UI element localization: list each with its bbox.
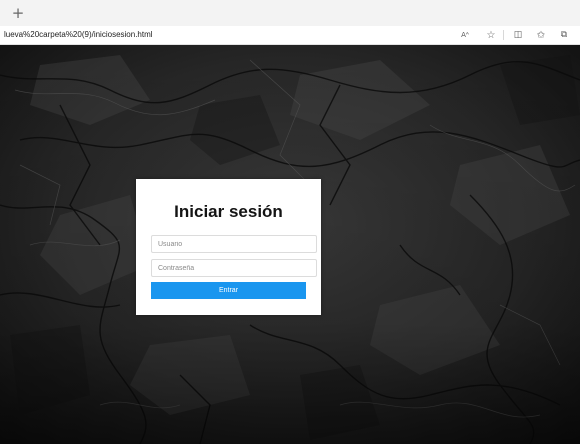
collections-icon[interactable]: ⧉: [557, 28, 571, 42]
password-input[interactable]: [151, 259, 317, 277]
login-card: Iniciar sesión Entrar: [136, 179, 321, 315]
split-screen-icon[interactable]: ◫: [511, 28, 525, 42]
tab-strip: +: [0, 0, 580, 26]
login-title: Iniciar sesión: [174, 202, 283, 221]
submit-button[interactable]: Entrar: [151, 282, 306, 299]
username-input[interactable]: [151, 235, 317, 253]
new-tab-icon[interactable]: +: [11, 5, 25, 21]
favorite-star-icon[interactable]: ☆: [484, 28, 498, 42]
toolbar-separator: [503, 30, 504, 40]
address-bar: lueva%20carpeta%20(9)/iniciosesion.html …: [0, 26, 580, 45]
address-url[interactable]: lueva%20carpeta%20(9)/iniciosesion.html: [4, 28, 153, 42]
favorites-icon[interactable]: ✩: [534, 28, 548, 42]
browser-window: + lueva%20carpeta%20(9)/iniciosesion.htm…: [0, 0, 580, 444]
web-page: Iniciar sesión Entrar: [0, 45, 580, 444]
read-aloud-icon[interactable]: Aᴬ: [458, 28, 472, 42]
